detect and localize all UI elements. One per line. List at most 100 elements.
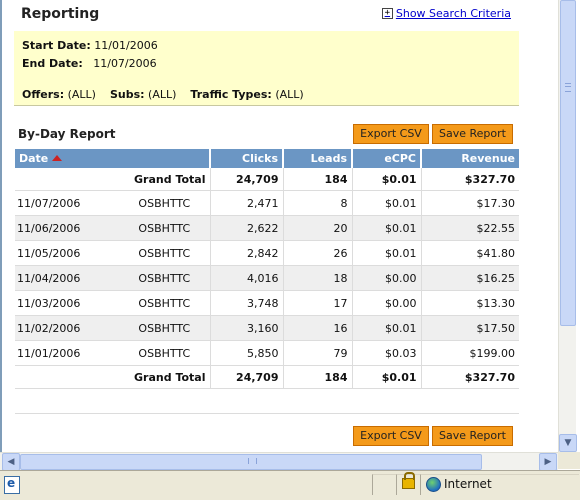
drilldown-link-s[interactable]: S [147, 197, 154, 210]
report-section-title: By-Day Report [18, 127, 116, 141]
grand-total-ecpc: $0.01 [352, 168, 422, 191]
column-header-clicks[interactable]: Clicks [210, 149, 284, 168]
row-date: 11/02/2006 [17, 321, 81, 335]
sort-ascending-icon[interactable] [52, 155, 63, 161]
padlock-icon[interactable] [402, 472, 415, 489]
page-viewport: Reporting + Show Search Criteria Start D… [0, 0, 558, 452]
date-cell: 11/02/2006 OSBHTTC [15, 315, 211, 341]
start-date-value: 11/01/2006 [94, 39, 158, 52]
drilldown-link-c[interactable]: C [183, 222, 191, 235]
drilldown-link-bh[interactable]: BH [154, 247, 170, 260]
leads-cell: 8 [283, 190, 353, 216]
drilldown-link-c[interactable]: C [183, 347, 191, 360]
horizontal-scroll-thumb[interactable] [20, 454, 482, 470]
filters-line: Offers: (ALL) Subs: (ALL) Traffic Types:… [22, 88, 304, 101]
drilldown-link-tt[interactable]: TT [170, 322, 183, 335]
ecpc-cell: $0.01 [352, 215, 422, 241]
drilldown-link-s[interactable]: S [147, 222, 154, 235]
table-row: 11/01/2006 OSBHTTC 5,850 79 $0.03 $199.00 [15, 340, 519, 366]
drilldown-link-bh[interactable]: BH [154, 297, 170, 310]
drilldown-link-tt[interactable]: TT [170, 197, 183, 210]
column-header-revenue[interactable]: Revenue [421, 149, 519, 168]
grand-total-label: Grand Total [15, 365, 211, 389]
drilldown-link-tt[interactable]: TT [170, 347, 183, 360]
leads-cell: 16 [283, 315, 353, 341]
drilldown-link-bh[interactable]: BH [154, 197, 170, 210]
save-report-button-top[interactable]: Save Report [432, 124, 513, 144]
offers-value: (ALL) [67, 88, 96, 101]
drilldown-link-s[interactable]: S [147, 272, 154, 285]
grand-total-clicks: 24,709 [210, 168, 284, 191]
drilldown-link-o[interactable]: O [138, 272, 147, 285]
vertical-scroll-thumb[interactable] [560, 0, 576, 326]
scroll-left-arrow-icon[interactable]: ◀ [2, 453, 20, 471]
row-date: 11/05/2006 [17, 246, 81, 260]
clicks-cell: 5,850 [210, 340, 284, 366]
export-csv-button-top[interactable]: Export CSV [353, 124, 429, 144]
drilldown-link-s[interactable]: S [147, 322, 154, 335]
drilldown-link-o[interactable]: O [138, 197, 147, 210]
drilldown-link-bh[interactable]: BH [154, 222, 170, 235]
vertical-scrollbar[interactable]: ▼ [558, 0, 577, 452]
date-cell: 11/05/2006 OSBHTTC [15, 240, 211, 266]
column-header-ecpc[interactable]: eCPC [352, 149, 422, 168]
table-row: 11/03/2006 OSBHTTC 3,748 17 $0.00 $13.30 [15, 290, 519, 316]
ecpc-cell: $0.01 [352, 240, 422, 266]
expand-plus-icon[interactable]: + [381, 8, 393, 19]
drilldown-link-bh[interactable]: BH [154, 272, 170, 285]
drilldown-link-o[interactable]: O [138, 322, 147, 335]
drilldown-link-o[interactable]: O [138, 222, 147, 235]
subs-value: (ALL) [148, 88, 177, 101]
drilldown-link-c[interactable]: C [183, 197, 191, 210]
column-header-date[interactable]: Date [15, 149, 211, 168]
leads-cell: 26 [283, 240, 353, 266]
revenue-cell: $13.30 [421, 290, 519, 316]
drilldown-link-bh[interactable]: BH [154, 347, 170, 360]
drilldown-link-o[interactable]: O [138, 247, 147, 260]
drilldown-link-s[interactable]: S [147, 247, 154, 260]
clicks-cell: 3,160 [210, 315, 284, 341]
show-search-criteria-link[interactable]: + Show Search Criteria [381, 7, 511, 20]
drilldown-link-s[interactable]: S [147, 347, 154, 360]
drilldown-link-c[interactable]: C [183, 272, 191, 285]
grand-total-clicks: 24,709 [210, 365, 284, 389]
grand-total-revenue: $327.70 [421, 365, 519, 389]
drilldown-link-tt[interactable]: TT [170, 272, 183, 285]
drilldown-link-o[interactable]: O [138, 347, 147, 360]
drilldown-link-c[interactable]: C [183, 297, 191, 310]
traffic-types-value: (ALL) [275, 88, 304, 101]
drilldown-link-tt[interactable]: TT [170, 222, 183, 235]
subs-label: Subs: [109, 88, 145, 101]
revenue-cell: $16.25 [421, 265, 519, 291]
drilldown-link-o[interactable]: O [138, 297, 147, 310]
column-header-leads[interactable]: Leads [283, 149, 353, 168]
revenue-cell: $199.00 [421, 340, 519, 366]
leads-cell: 20 [283, 215, 353, 241]
drilldown-link-s[interactable]: S [147, 297, 154, 310]
show-search-criteria-label[interactable]: Show Search Criteria [396, 7, 511, 20]
date-cell: 11/01/2006 OSBHTTC [15, 340, 211, 366]
row-date: 11/01/2006 [17, 346, 81, 360]
clicks-cell: 3,748 [210, 290, 284, 316]
save-report-button-bottom[interactable]: Save Report [432, 426, 513, 446]
search-criteria-panel: Start Date: 11/01/2006 End Date: 11/07/2… [14, 31, 519, 106]
table-row: 11/07/2006 OSBHTTC 2,471 8 $0.01 $17.30 [15, 190, 519, 216]
traffic-types-label: Traffic Types: [190, 88, 272, 101]
horizontal-scrollbar[interactable]: ◀ ▶ [0, 452, 558, 471]
row-date: 11/07/2006 [17, 196, 81, 210]
table-spacer-row [15, 388, 519, 414]
drilldown-link-c[interactable]: C [183, 247, 191, 260]
grand-total-leads: 184 [283, 168, 353, 191]
drilldown-link-c[interactable]: C [183, 322, 191, 335]
export-csv-button-bottom[interactable]: Export CSV [353, 426, 429, 446]
globe-icon [426, 477, 441, 492]
scroll-right-arrow-icon[interactable]: ▶ [539, 453, 557, 471]
ecpc-cell: $0.01 [352, 315, 422, 341]
drilldown-link-tt[interactable]: TT [170, 297, 183, 310]
end-date-line: End Date: 11/07/2006 [22, 57, 157, 70]
drilldown-link-tt[interactable]: TT [170, 247, 183, 260]
scroll-down-arrow-icon[interactable]: ▼ [559, 434, 577, 452]
revenue-cell: $17.50 [421, 315, 519, 341]
drilldown-link-bh[interactable]: BH [154, 322, 170, 335]
clicks-cell: 2,622 [210, 215, 284, 241]
